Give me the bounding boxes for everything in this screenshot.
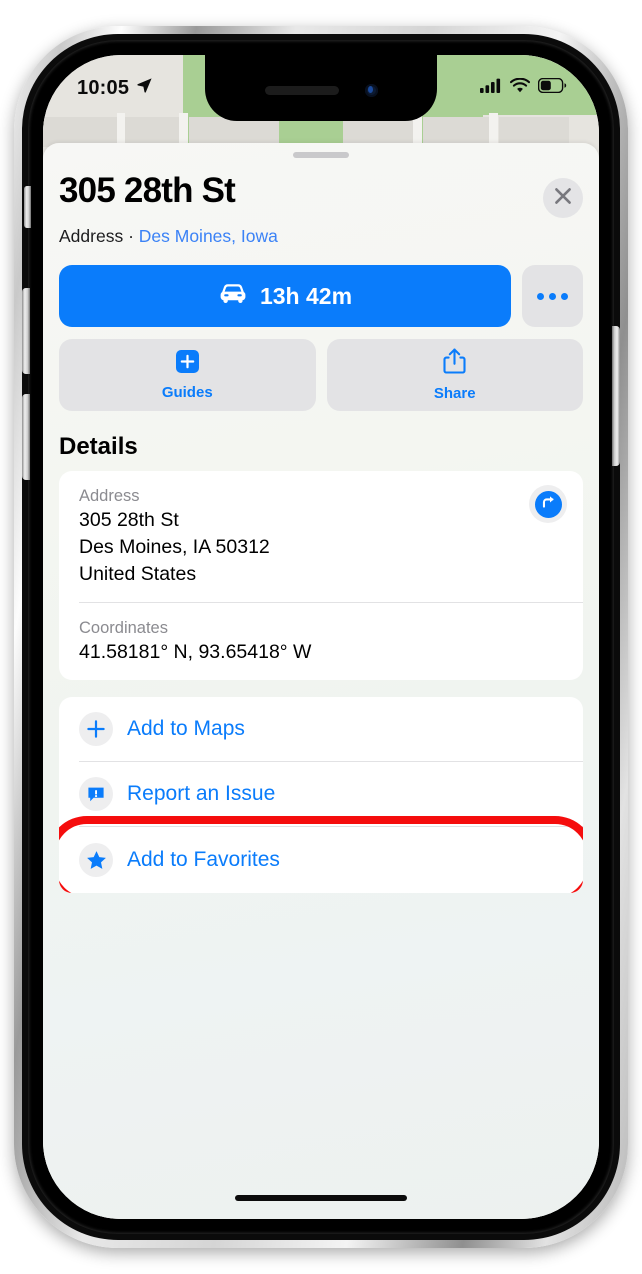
drive-time-label: 13h 42m [259,282,353,309]
plus-icon [79,712,113,747]
plus-square-icon [175,349,199,377]
phone-body: 10:05 305 28th St Address · Des Moines, … [22,34,620,1240]
cellular-signal-icon [480,78,502,98]
battery-icon [537,77,567,98]
phone-frame: 10:05 305 28th St Address · Des Moines, … [14,26,628,1248]
address-row[interactable]: Address 305 28th St Des Moines, IA 50312… [59,471,583,602]
add-to-favorites-label: Add to Favorites [127,848,280,872]
directions-drive-button[interactable]: 13h 42m [59,265,511,327]
address-label: Address [79,487,140,505]
details-card: Address 305 28th St Des Moines, IA 50312… [59,471,583,681]
action-list-card: Add to Maps Report an Issue Add to Favor… [59,697,583,894]
directions-button[interactable] [529,485,567,523]
power-button[interactable] [612,326,620,466]
report-icon [79,777,113,812]
status-bar-indicators [480,77,567,98]
guides-button[interactable]: Guides [59,339,316,411]
address-line-1: 305 28th St [79,509,179,532]
share-button[interactable]: Share [326,339,583,411]
report-issue-label: Report an Issue [127,782,276,806]
subtitle-separator: · [123,226,139,246]
details-heading: Details [59,433,138,460]
secondary-action-row: Guides Share [43,327,599,411]
primary-action-row: 13h 42m [43,247,599,327]
place-subtitle: Address · Des Moines, Iowa [43,218,599,247]
wifi-icon [509,77,531,98]
share-label: Share [433,385,476,402]
directions-arrow-icon [540,493,557,515]
coordinates-row[interactable]: Coordinates 41.58181° N, 93.65418° W [59,603,583,680]
close-icon [553,186,573,211]
phone-screen: 10:05 305 28th St Address · Des Moines, … [43,55,599,1219]
mute-switch-button[interactable] [24,186,31,228]
star-icon [79,843,113,878]
place-header: 305 28th St [43,158,599,218]
phone-bezel: 10:05 305 28th St Address · Des Moines, … [28,40,614,1234]
car-icon [218,281,248,311]
location-arrow-icon [136,77,153,100]
front-camera [364,83,378,97]
coordinates-label: Coordinates [79,618,168,637]
place-detail-sheet: 305 28th St Address · Des Moines, Iowa 1… [43,143,599,1219]
guides-label: Guides [161,383,213,401]
add-to-maps-row[interactable]: Add to Maps [59,697,583,761]
status-bar-time-group: 10:05 [77,77,153,100]
volume-up-button[interactable] [22,288,30,374]
coordinates-value: 41.58181° N, 93.65418° W [79,641,312,664]
close-button[interactable] [543,178,583,218]
place-category-label: Address [59,226,124,246]
address-line-3: United States [79,563,197,586]
ellipsis-icon [537,292,568,300]
add-to-maps-label: Add to Maps [127,717,245,741]
page-title: 305 28th St [59,171,236,210]
home-indicator[interactable] [235,1195,407,1201]
more-options-button[interactable] [522,265,583,327]
add-to-favorites-wrapper: Add to Favorites [59,816,583,894]
address-line-2: Des Moines, IA 50312 [79,536,270,559]
volume-down-button[interactable] [22,394,30,480]
report-issue-row[interactable]: Report an Issue [59,762,583,826]
add-to-favorites-row[interactable]: Add to Favorites [59,827,583,894]
notch [205,55,437,121]
share-icon [443,348,466,378]
status-time-label: 10:05 [77,76,130,99]
place-locality-link[interactable]: Des Moines, Iowa [139,226,278,246]
earpiece-speaker [264,85,339,95]
